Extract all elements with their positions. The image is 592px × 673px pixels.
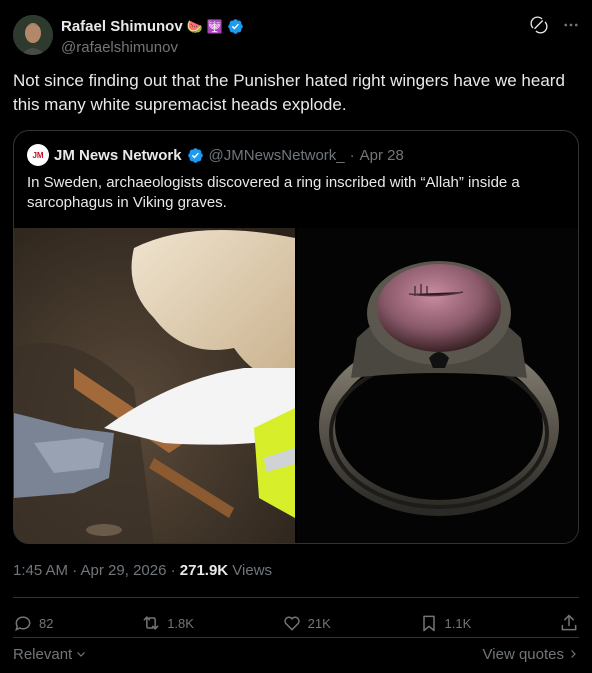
divider bbox=[13, 637, 579, 638]
repost-button[interactable]: 1.8K bbox=[141, 613, 194, 633]
ring-photo[interactable] bbox=[297, 228, 578, 543]
repost-count: 1.8K bbox=[167, 615, 194, 631]
author-handle[interactable]: @rafaelshimunov bbox=[61, 39, 244, 56]
menorah-emoji: 🕎 bbox=[206, 18, 224, 34]
excavation-photo[interactable] bbox=[14, 228, 295, 543]
share-icon bbox=[561, 614, 577, 631]
view-quotes-label: View quotes bbox=[482, 645, 564, 663]
reply-icon bbox=[15, 616, 31, 632]
repost-icon bbox=[143, 616, 159, 630]
tweet-header: Rafael Shimunov 🍉 🕎 @rafaelshimunov bbox=[13, 14, 580, 58]
replies-footer: Relevant View quotes bbox=[13, 644, 579, 664]
verified-badge-icon bbox=[228, 18, 243, 34]
author-name-row[interactable]: Rafael Shimunov 🍉 🕎 bbox=[61, 16, 244, 36]
view-count: 271.9K bbox=[179, 562, 229, 579]
chevron-right-icon bbox=[571, 650, 576, 658]
tweet-text: Not since finding out that the Punisher … bbox=[13, 71, 565, 114]
divider bbox=[13, 597, 579, 598]
bookmark-count: 1.1K bbox=[444, 615, 472, 631]
like-button[interactable]: 21K bbox=[282, 613, 331, 633]
quote-date[interactable]: Apr 28 bbox=[360, 147, 404, 164]
tweet-meta: 1:45 AM · Apr 29, 2026 · 271.9K Views bbox=[13, 562, 272, 579]
more-options-icon[interactable] bbox=[562, 16, 580, 34]
verified-badge-icon bbox=[187, 147, 203, 163]
reply-button[interactable]: 82 bbox=[13, 613, 53, 633]
tweet-timestamp[interactable]: 1:45 AM · Apr 29, 2026 · bbox=[13, 562, 180, 579]
reply-count: 82 bbox=[39, 615, 54, 631]
quote-author-handle[interactable]: @JMNewsNetwork_ bbox=[209, 147, 345, 164]
heart-icon bbox=[283, 616, 300, 631]
views-label: Views bbox=[228, 562, 273, 579]
watermelon-emoji: 🍉 bbox=[186, 18, 203, 34]
share-button[interactable] bbox=[559, 613, 579, 633]
author-name[interactable]: Rafael Shimunov bbox=[61, 18, 183, 35]
author-avatar[interactable] bbox=[13, 15, 53, 55]
like-count: 21K bbox=[307, 615, 331, 631]
grok-icon[interactable] bbox=[530, 16, 548, 34]
quote-avatar[interactable]: JM bbox=[27, 144, 49, 166]
view-quotes-link[interactable]: View quotes bbox=[483, 644, 579, 664]
quoted-tweet[interactable]: JM JM News Network @JMNewsNetwork_ · Apr… bbox=[13, 130, 579, 544]
quote-text: In Sweden, archaeologists discovered a r… bbox=[27, 174, 520, 211]
bookmark-icon bbox=[422, 615, 435, 632]
bookmark-button[interactable]: 1.1K bbox=[419, 613, 472, 633]
chevron-down-icon bbox=[77, 652, 86, 657]
action-bar: 82 1.8K 21K 1.1K bbox=[13, 609, 579, 637]
sort-label: Relevant bbox=[13, 645, 73, 663]
quote-separator: · bbox=[349, 146, 355, 164]
sort-dropdown[interactable]: Relevant bbox=[13, 644, 87, 664]
quote-author-name[interactable]: JM News Network bbox=[54, 147, 182, 164]
